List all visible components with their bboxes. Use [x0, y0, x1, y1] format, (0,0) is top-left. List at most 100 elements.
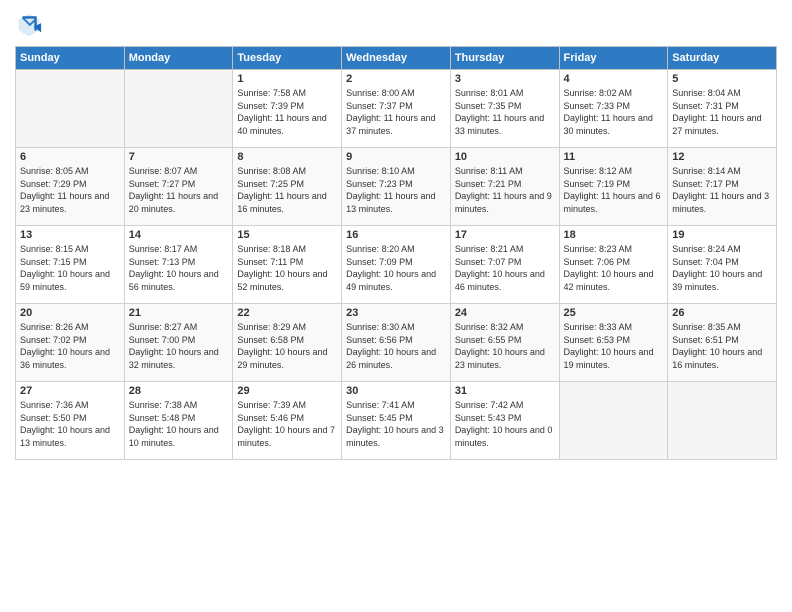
sunrise-text: Sunrise: 8:27 AM: [129, 322, 198, 332]
calendar-cell: 26Sunrise: 8:35 AMSunset: 6:51 PMDayligh…: [668, 304, 777, 382]
sunrise-text: Sunrise: 7:41 AM: [346, 400, 415, 410]
calendar-cell: 22Sunrise: 8:29 AMSunset: 6:58 PMDayligh…: [233, 304, 342, 382]
sunset-text: Sunset: 7:06 PM: [564, 257, 631, 267]
day-number: 8: [237, 151, 337, 163]
sunrise-text: Sunrise: 8:04 AM: [672, 88, 741, 98]
day-info: Sunrise: 8:33 AMSunset: 6:53 PMDaylight:…: [564, 321, 664, 371]
day-info: Sunrise: 8:30 AMSunset: 6:56 PMDaylight:…: [346, 321, 446, 371]
calendar-cell: 21 Sunrise: 8:27 AM Sunset: 7:00 PM Dayligh…: [124, 304, 233, 382]
calendar-week-row: 1Sunrise: 7:58 AMSunset: 7:39 PMDaylight…: [16, 70, 777, 148]
day-number: 25: [564, 307, 664, 319]
day-info: Sunrise: 8:18 AMSunset: 7:11 PMDaylight:…: [237, 243, 337, 293]
day-number: 21: [129, 307, 229, 319]
sunrise-text: Sunrise: 8:05 AM: [20, 166, 89, 176]
day-number: 1: [237, 73, 337, 85]
daylight-text: Daylight: 10 hours and 10 minutes.: [129, 425, 219, 448]
sunset-text: Sunset: 5:43 PM: [455, 413, 522, 423]
calendar-cell: 18Sunrise: 8:23 AMSunset: 7:06 PMDayligh…: [559, 226, 668, 304]
calendar-cell: 11Sunrise: 8:12 AMSunset: 7:19 PMDayligh…: [559, 148, 668, 226]
calendar-cell: 10Sunrise: 8:11 AMSunset: 7:21 PMDayligh…: [450, 148, 559, 226]
day-info: Sunrise: 8:10 AMSunset: 7:23 PMDaylight:…: [346, 165, 446, 215]
sunset-text: Sunset: 7:02 PM: [20, 335, 87, 345]
calendar-cell: 9Sunrise: 8:10 AMSunset: 7:23 PMDaylight…: [342, 148, 451, 226]
calendar-cell: 1Sunrise: 7:58 AMSunset: 7:39 PMDaylight…: [233, 70, 342, 148]
daylight-text: Daylight: 10 hours and 32 minutes.: [129, 347, 219, 370]
sunset-text: Sunset: 7:00 PM: [129, 335, 196, 345]
calendar-cell: 2Sunrise: 8:00 AMSunset: 7:37 PMDaylight…: [342, 70, 451, 148]
calendar-cell: 29Sunrise: 7:39 AMSunset: 5:46 PMDayligh…: [233, 382, 342, 460]
sunset-text: Sunset: 7:04 PM: [672, 257, 739, 267]
sunrise-text: Sunrise: 8:29 AM: [237, 322, 306, 332]
calendar-cell: 14Sunrise: 8:17 AMSunset: 7:13 PMDayligh…: [124, 226, 233, 304]
calendar-cell: 7 Sunrise: 8:07 AM Sunset: 7:27 PM Daylight…: [124, 148, 233, 226]
sunset-text: Sunset: 7:27 PM: [129, 179, 196, 189]
sunrise-text: Sunrise: 8:18 AM: [237, 244, 306, 254]
sunrise-text: Sunrise: 7:38 AM: [129, 400, 198, 410]
sunrise-text: Sunrise: 7:42 AM: [455, 400, 524, 410]
sunrise-text: Sunrise: 8:07 AM: [129, 166, 198, 176]
weekday-header-thursday: Thursday: [450, 47, 559, 70]
sunrise-text: Sunrise: 8:24 AM: [672, 244, 741, 254]
day-number: 17: [455, 229, 555, 241]
day-number: 6: [20, 151, 120, 163]
calendar-week-row: 6 Sunrise: 8:05 AM Sunset: 7:29 PM Daylight…: [16, 148, 777, 226]
calendar-cell: 23Sunrise: 8:30 AMSunset: 6:56 PMDayligh…: [342, 304, 451, 382]
calendar-week-row: 13Sunrise: 8:15 AMSunset: 7:15 PMDayligh…: [16, 226, 777, 304]
sunset-text: Sunset: 7:35 PM: [455, 101, 522, 111]
sunset-text: Sunset: 6:56 PM: [346, 335, 413, 345]
daylight-text: Daylight: 10 hours and 39 minutes.: [672, 269, 762, 292]
day-info: Sunrise: 8:17 AMSunset: 7:13 PMDaylight:…: [129, 243, 229, 293]
daylight-text: Daylight: 11 hours and 6 minutes.: [564, 191, 661, 214]
day-info: Sunrise: 8:21 AMSunset: 7:07 PMDaylight:…: [455, 243, 555, 293]
calendar-cell: 6Sunrise: 8:05 AMSunset: 7:29 PMDaylight…: [16, 148, 125, 226]
calendar-cell: 19Sunrise: 8:24 AMSunset: 7:04 PMDayligh…: [668, 226, 777, 304]
daylight-text: Daylight: 10 hours and 56 minutes.: [129, 269, 219, 292]
sunrise-text: Sunrise: 8:20 AM: [346, 244, 415, 254]
day-number: 13: [20, 229, 120, 241]
sunset-text: Sunset: 7:13 PM: [129, 257, 196, 267]
day-info: Sunrise: 8:04 AM Sunset: 7:31 PM Daylight:…: [672, 87, 772, 137]
day-number: 12: [672, 151, 772, 163]
day-number: 11: [564, 151, 664, 163]
day-number: 10: [455, 151, 555, 163]
sunrise-text: Sunrise: 8:12 AM: [564, 166, 633, 176]
daylight-text: Daylight: 11 hours and 20 minutes.: [129, 191, 218, 214]
sunset-text: Sunset: 7:33 PM: [564, 101, 631, 111]
daylight-text: Daylight: 10 hours and 26 minutes.: [346, 347, 436, 370]
daylight-text: Daylight: 10 hours and 46 minutes.: [455, 269, 545, 292]
daylight-text: Daylight: 11 hours and 40 minutes.: [237, 113, 326, 136]
calendar-cell: 20Sunrise: 8:26 AMSunset: 7:02 PMDayligh…: [16, 304, 125, 382]
day-number: 3: [455, 73, 555, 85]
day-info: Sunrise: 8:32 AMSunset: 6:55 PMDaylight:…: [455, 321, 555, 371]
day-number: 30: [346, 385, 446, 397]
calendar-cell: [668, 382, 777, 460]
daylight-text: Daylight: 11 hours and 33 minutes.: [455, 113, 544, 136]
calendar-cell: 16Sunrise: 8:20 AMSunset: 7:09 PMDayligh…: [342, 226, 451, 304]
day-number: 2: [346, 73, 446, 85]
sunset-text: Sunset: 7:29 PM: [20, 179, 87, 189]
day-number: 7: [129, 151, 229, 163]
sunrise-text: Sunrise: 7:39 AM: [237, 400, 306, 410]
sunrise-text: Sunrise: 8:23 AM: [564, 244, 633, 254]
calendar-cell: [559, 382, 668, 460]
calendar-cell: 31Sunrise: 7:42 AMSunset: 5:43 PMDayligh…: [450, 382, 559, 460]
calendar-cell: 5Sunrise: 8:04 AMSunset: 7:31 PMDaylight…: [668, 70, 777, 148]
logo: [15, 10, 47, 38]
daylight-text: Daylight: 11 hours and 27 minutes.: [672, 113, 761, 136]
weekday-header-row: SundayMondayTuesdayWednesdayThursdayFrid…: [16, 47, 777, 70]
day-number: 20: [20, 307, 120, 319]
day-info: Sunrise: 7:36 AMSunset: 5:50 PMDaylight:…: [20, 399, 120, 449]
daylight-text: Daylight: 11 hours and 30 minutes.: [564, 113, 653, 136]
sunset-text: Sunset: 7:31 PM: [672, 101, 739, 111]
calendar-cell: 8Sunrise: 8:08 AMSunset: 7:25 PMDaylight…: [233, 148, 342, 226]
sunset-text: Sunset: 7:25 PM: [237, 179, 304, 189]
day-number: 28: [129, 385, 229, 397]
daylight-text: Daylight: 10 hours and 23 minutes.: [455, 347, 545, 370]
sunset-text: Sunset: 6:58 PM: [237, 335, 304, 345]
daylight-text: Daylight: 11 hours and 13 minutes.: [346, 191, 435, 214]
weekday-header-monday: Monday: [124, 47, 233, 70]
sunset-text: Sunset: 7:07 PM: [455, 257, 522, 267]
calendar-week-row: 20Sunrise: 8:26 AMSunset: 7:02 PMDayligh…: [16, 304, 777, 382]
calendar-cell: 15Sunrise: 8:18 AMSunset: 7:11 PMDayligh…: [233, 226, 342, 304]
daylight-text: Daylight: 10 hours and 19 minutes.: [564, 347, 654, 370]
